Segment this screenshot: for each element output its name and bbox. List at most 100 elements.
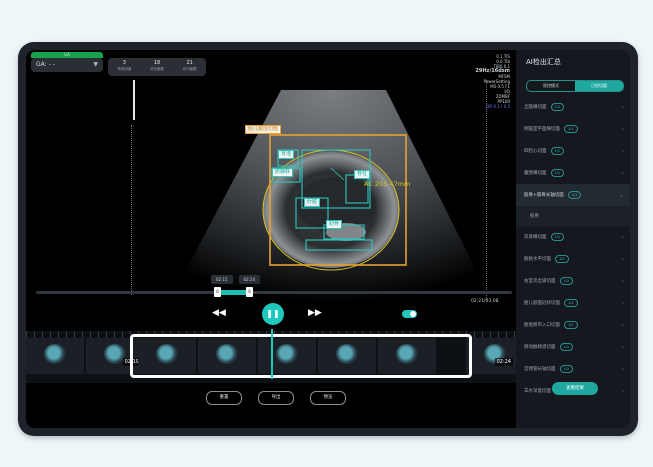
plane-label: 羊水深度切面 <box>524 389 551 394</box>
playhead[interactable] <box>271 329 273 379</box>
clip-time-tags: 02:15 02:24 <box>211 275 261 284</box>
chevron-right-icon: › <box>621 103 624 111</box>
plane-count-badge: 1/1 <box>564 321 578 329</box>
stat-valid: 3 有效切面 <box>108 58 141 76</box>
chevron-right-icon: › <box>621 255 624 263</box>
ultrasound-image <box>186 90 476 303</box>
plane-count-badge: 1/1 <box>567 191 582 199</box>
panel-tabs: 质控模式 已检切面 <box>526 80 624 92</box>
frame-thumbnail <box>44 344 66 364</box>
tablet-screen: GA GA: - - ▼ 3 有效切面 18 总切面数 21 总切面数 0.1 … <box>26 50 630 428</box>
plane-item[interactable]: 腹围横切面 1/1 › <box>516 162 630 184</box>
chevron-right-icon: › <box>621 169 624 177</box>
chevron-right-icon: › <box>621 277 624 285</box>
ai-summary-panel: AI检出汇总 质控模式 已检切面 丘脑横切面 1/1 › 侧脑室平面横切面 1/1 › … <box>516 50 630 428</box>
plane-label: 胎盘脐带入口切面 <box>524 323 560 328</box>
plane-item[interactable]: 四腔心切面 1/1 › <box>516 140 630 162</box>
structure-label: 肝脏 <box>304 198 321 207</box>
chevron-down-icon: ⌄ <box>618 191 624 199</box>
plane-count-badge: 1/1 <box>550 147 565 155</box>
plane-label: 股骨 <box>530 214 539 219</box>
chevron-down-icon: ▼ <box>93 61 98 68</box>
stat-value: 21 <box>186 60 193 66</box>
chevron-right-icon: › <box>621 299 624 307</box>
plane-label: 丘脑横切面 <box>524 105 547 110</box>
pause-button[interactable]: ❚❚ <box>262 303 284 325</box>
plane-item[interactable]: 脐动脉频谱切面 1/1 › <box>516 336 630 358</box>
plane-label: 宫颈管长轴切面 <box>524 367 556 372</box>
detected-plane-label: 胎儿腹围切面 <box>245 125 282 134</box>
plane-count-badge: 1/1 <box>555 255 569 263</box>
structure-label: 胃泡 <box>278 150 295 159</box>
plane-count-badge: 1/1 <box>559 365 574 373</box>
ga-dropdown-value: GA: - - <box>36 61 55 68</box>
plane-count-badge: 1/1 <box>559 343 574 351</box>
structure-label: 脊柱 <box>354 170 371 179</box>
preview-button[interactable]: 预览 <box>310 391 346 405</box>
loop-toggle[interactable] <box>402 310 417 318</box>
stats-panel: 3 有效切面 18 总切面数 21 总切面数 <box>108 58 206 76</box>
forward-button[interactable]: ▶▶ <box>308 308 322 318</box>
depth-indicator <box>133 80 135 120</box>
tablet-device: GA GA: - - ▼ 3 有效切面 18 总切面数 21 总切面数 0.1 … <box>18 42 638 436</box>
plane-label: 膀胱水平切面 <box>524 257 551 262</box>
plane-subitem[interactable]: 股骨 <box>516 206 630 226</box>
plane-item[interactable]: 丘脑横切面 1/1 › <box>516 96 630 118</box>
plane-item[interactable]: 膀胱水平切面 1/1 › <box>516 248 630 270</box>
plane-label: 腹围横切面 <box>524 171 547 176</box>
plane-label: 双肾横切面 <box>524 235 547 240</box>
tab-detected-planes[interactable]: 已检切面 <box>575 81 623 91</box>
timeline-track[interactable] <box>36 291 512 294</box>
export-button[interactable]: 导出 <box>258 391 294 405</box>
reset-button[interactable]: 重置 <box>206 391 242 405</box>
action-buttons: 重置 导出 预览 <box>206 391 346 405</box>
view-results-button[interactable]: 查看结果 <box>552 382 598 395</box>
plane-list: 丘脑横切面 1/1 › 侧脑室平面横切面 1/1 › 四腔心切面 1/1 › 腹围横切面 1/… <box>516 96 630 402</box>
film-frame[interactable]: 02:24 <box>466 338 516 374</box>
plane-label: 侧脑室平面横切面 <box>524 127 560 132</box>
clip-selection-window[interactable] <box>130 334 472 378</box>
stat-label: 有效切面 <box>117 67 132 71</box>
structure-label: 脐静脉 <box>272 168 294 177</box>
plane-count-badge: 1/1 <box>564 299 578 307</box>
stat-value: 3 <box>122 60 126 66</box>
chevron-right-icon: › <box>621 343 624 351</box>
stat-all: 21 总切面数 <box>173 58 206 76</box>
tab-qc-mode[interactable]: 质控模式 <box>527 81 575 91</box>
plane-label: 右室流出道切面 <box>524 279 556 284</box>
chevron-right-icon: › <box>621 147 624 155</box>
clip-end-tag: 02:24 <box>238 275 261 284</box>
plane-label: 四腔心切面 <box>524 149 547 154</box>
stat-label: 总切面数 <box>150 67 164 71</box>
ac-measurement: AC 205.47mm <box>364 180 411 188</box>
structure-label: 肋骨 <box>326 220 343 229</box>
stat-value: 18 <box>153 60 161 66</box>
stat-label: 总切面数 <box>182 67 197 71</box>
plane-count-badge: 1/1 <box>564 125 578 133</box>
stat-total: 18 总切面数 <box>141 58 174 76</box>
right-scale <box>486 80 488 300</box>
plane-item[interactable]: 侧脑室平面横切面 1/1 › <box>516 118 630 140</box>
plane-label: 脐动脉频谱切面 <box>524 345 556 350</box>
timeline-end-handle[interactable]: 6 <box>246 287 253 297</box>
plane-item[interactable]: 宫颈管长轴切面 1/1 › <box>516 358 630 380</box>
plane-item-active[interactable]: 股骨+腓骨长轴切面 1/1 ⌄ <box>516 184 630 206</box>
plane-label: 胎儿颜面冠状切面 <box>524 301 560 306</box>
film-frame[interactable] <box>26 338 84 374</box>
panel-title: AI检出汇总 <box>526 58 561 66</box>
plane-item[interactable]: 右室流出道切面 1/1 › <box>516 270 630 292</box>
toggle-knob <box>410 311 416 317</box>
plane-item[interactable]: 胎盘脐带入口切面 1/1 › <box>516 314 630 336</box>
plane-item[interactable]: 胎儿颜面冠状切面 1/1 › <box>516 292 630 314</box>
chevron-right-icon: › <box>621 233 624 241</box>
plane-count-badge: 1/1 <box>550 169 565 177</box>
plane-item[interactable]: 双肾横切面 1/1 › <box>516 226 630 248</box>
timeline-start-handle[interactable]: 6 <box>214 287 221 297</box>
clip-start-tag: 02:15 <box>211 275 233 284</box>
chevron-right-icon: › <box>621 321 624 329</box>
frame-time-label: 02:24 <box>494 358 513 366</box>
depth-scale <box>131 125 138 295</box>
ga-dropdown[interactable]: GA: - - ▼ <box>31 58 103 72</box>
playback-time: 02:21/03:08 <box>471 299 499 304</box>
rewind-button[interactable]: ◀◀ <box>212 308 226 318</box>
